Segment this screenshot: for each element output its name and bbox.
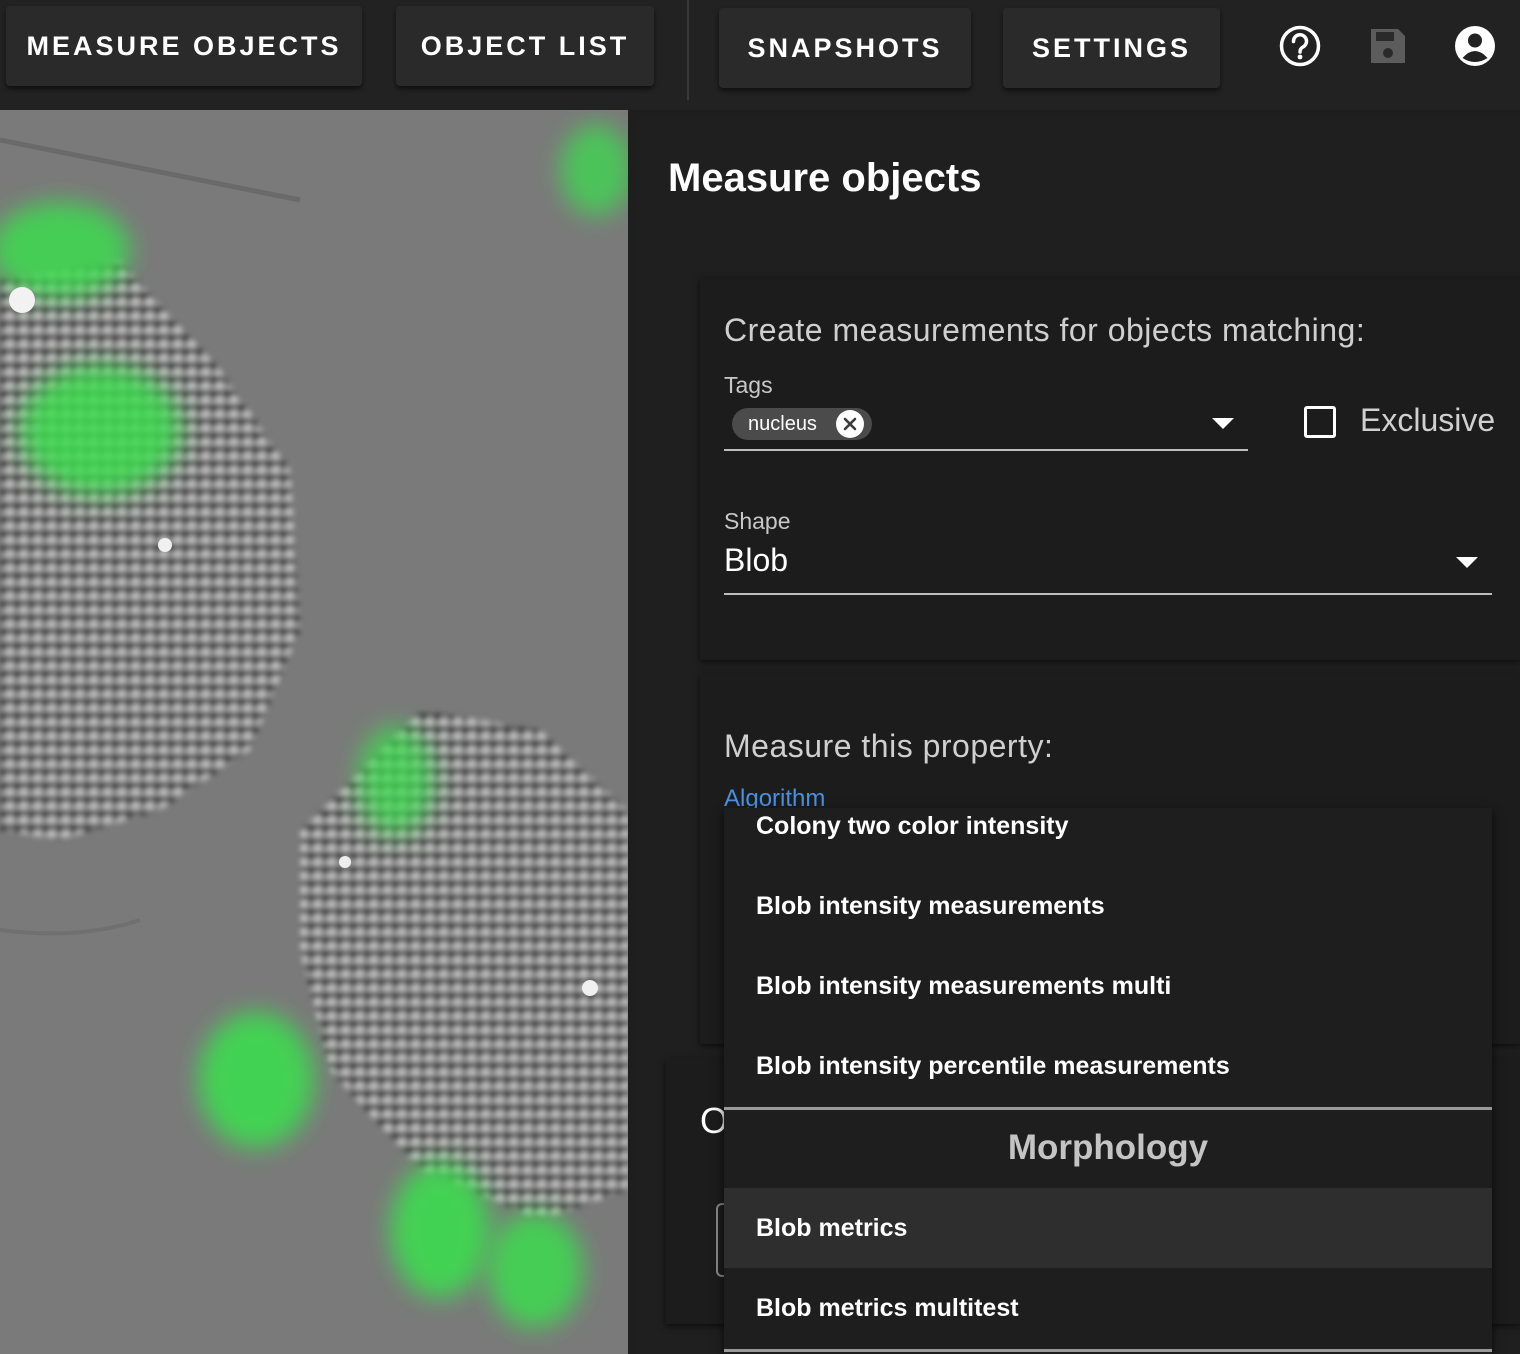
match-heading: Create measurements for objects matching… xyxy=(724,312,1366,348)
microscopy-image-viewer[interactable] xyxy=(0,110,628,1354)
menu-item-blob-metrics-multitest[interactable]: Blob metrics multitest xyxy=(724,1268,1492,1348)
tags-label: Tags xyxy=(724,372,773,398)
shape-select-underline[interactable] xyxy=(724,593,1492,595)
menu-item-colony-two-color-intensity[interactable]: Colony two color intensity xyxy=(724,808,1492,866)
menu-group-header-morphology: Morphology xyxy=(1007,1128,1209,1167)
toolbar-divider xyxy=(687,0,689,100)
property-heading: Measure this property: xyxy=(724,728,1054,764)
save-icon[interactable] xyxy=(1358,16,1418,76)
panel-title: Measure objects xyxy=(668,156,982,200)
remove-tag-icon[interactable] xyxy=(836,410,864,438)
exclusive-label: Exclusive xyxy=(1360,402,1496,438)
help-icon[interactable] xyxy=(1270,16,1330,76)
tab-measure-objects[interactable]: MEASURE OBJECTS xyxy=(6,6,362,86)
tag-chip-nucleus: nucleus xyxy=(732,408,872,440)
tag-chip-label: nucleus xyxy=(748,412,817,435)
shape-label: Shape xyxy=(724,508,791,534)
tags-input-underline[interactable] xyxy=(724,449,1248,451)
shape-dropdown-arrow-icon[interactable] xyxy=(1456,557,1478,568)
exclusive-checkbox[interactable] xyxy=(1304,406,1336,438)
menu-group-divider xyxy=(724,1107,1492,1110)
menu-item-blob-intensity-percentile-measurements[interactable]: Blob intensity percentile measurements xyxy=(724,1026,1492,1106)
top-toolbar: MEASURE OBJECTS OBJECT LIST SNAPSHOTS SE… xyxy=(0,0,1520,110)
menu-group-divider-bottom xyxy=(724,1349,1492,1352)
algorithm-dropdown-menu: Colony two color intensity Blob intensit… xyxy=(724,808,1492,1354)
tab-snapshots[interactable]: SNAPSHOTS xyxy=(719,8,971,88)
tab-object-list[interactable]: OBJECT LIST xyxy=(396,6,654,86)
shape-select-value[interactable]: Blob xyxy=(724,542,788,579)
menu-item-blob-intensity-measurements[interactable]: Blob intensity measurements xyxy=(724,866,1492,946)
tags-dropdown-arrow-icon[interactable] xyxy=(1212,418,1234,429)
menu-item-blob-intensity-measurements-multi[interactable]: Blob intensity measurements multi xyxy=(724,946,1492,1026)
menu-item-blob-metrics[interactable]: Blob metrics xyxy=(724,1188,1492,1268)
tab-settings[interactable]: SETTINGS xyxy=(1003,8,1220,88)
account-icon[interactable] xyxy=(1445,16,1505,76)
